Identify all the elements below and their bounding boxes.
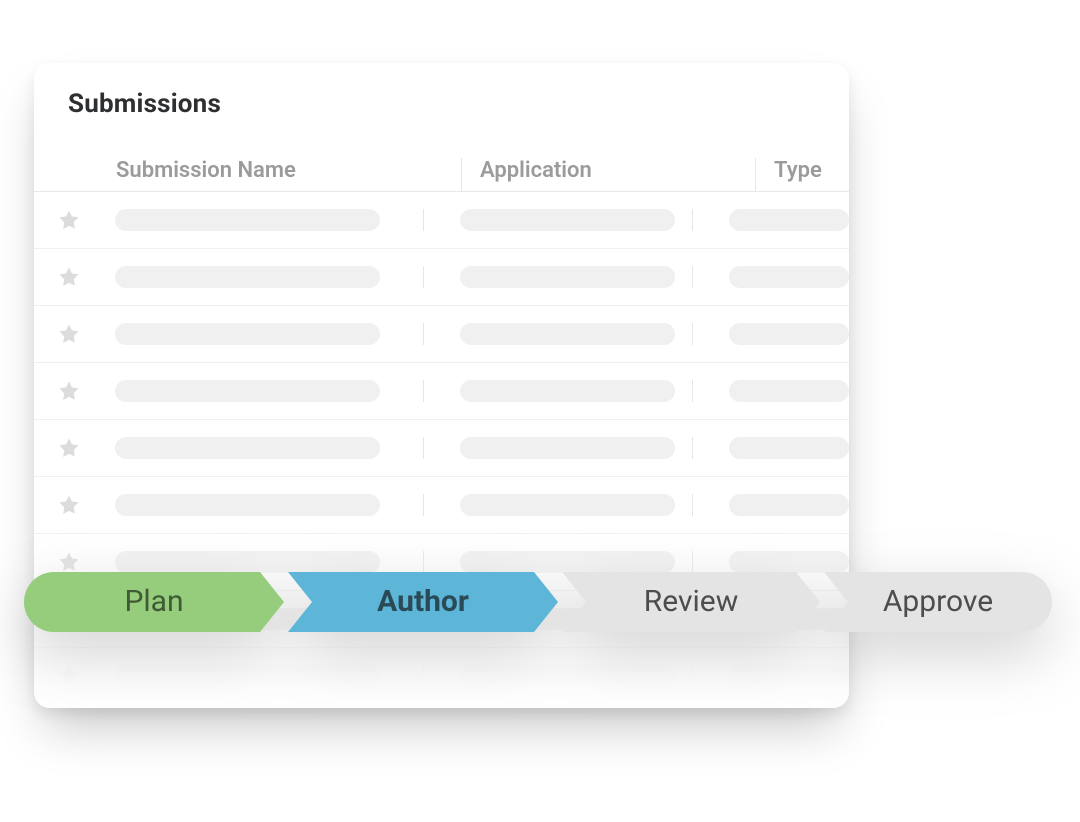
star-icon[interactable] (34, 550, 105, 574)
cell-submission-name (105, 494, 424, 516)
cell-type (693, 494, 849, 516)
star-icon[interactable] (34, 664, 105, 688)
star-icon[interactable] (34, 208, 105, 232)
star-icon[interactable] (34, 493, 105, 517)
stage-plan[interactable]: Plan (24, 572, 284, 632)
cell-application (424, 266, 693, 288)
workflow-stage-bar: Plan Author Review Approve (24, 572, 1052, 632)
column-type[interactable]: Type (756, 158, 849, 191)
stage-author[interactable]: Author (288, 572, 558, 632)
cell-type (693, 209, 849, 231)
table-row[interactable] (34, 420, 849, 477)
column-submission-name[interactable]: Submission Name (112, 158, 462, 191)
cell-application (424, 437, 693, 459)
table-row[interactable] (34, 249, 849, 306)
cell-application (424, 380, 693, 402)
cell-type (693, 551, 849, 573)
table-header: Submission Name Application Type (34, 141, 849, 192)
cell-submission-name (105, 437, 424, 459)
cell-application (424, 551, 693, 573)
cell-submission-name (105, 266, 424, 288)
stage-review[interactable]: Review (562, 572, 820, 632)
card-title: Submissions (34, 63, 849, 119)
cell-submission-name (105, 323, 424, 345)
cell-application (424, 494, 693, 516)
cell-application (424, 323, 693, 345)
stage-label: Approve (883, 584, 993, 619)
cell-application (424, 209, 693, 231)
star-icon[interactable] (34, 379, 105, 403)
stage-label: Author (377, 584, 469, 619)
table-row[interactable] (34, 192, 849, 249)
cell-submission-name (105, 209, 424, 231)
cell-application (424, 665, 693, 687)
table-row[interactable] (34, 363, 849, 420)
cell-submission-name (105, 665, 424, 687)
cell-submission-name (105, 380, 424, 402)
stage-label: Review (644, 584, 738, 619)
column-favorite (34, 183, 112, 191)
cell-submission-name (105, 551, 424, 573)
cell-type (693, 323, 849, 345)
star-icon[interactable] (34, 436, 105, 460)
table-row[interactable] (34, 648, 849, 705)
star-icon[interactable] (34, 322, 105, 346)
stage-label: Plan (124, 584, 183, 619)
table-row[interactable] (34, 477, 849, 534)
column-application[interactable]: Application (462, 158, 756, 191)
cell-type (693, 266, 849, 288)
cell-type (693, 665, 849, 687)
table-row[interactable] (34, 306, 849, 363)
stage-approve[interactable]: Approve (824, 572, 1052, 632)
cell-type (693, 380, 849, 402)
star-icon[interactable] (34, 265, 105, 289)
cell-type (693, 437, 849, 459)
